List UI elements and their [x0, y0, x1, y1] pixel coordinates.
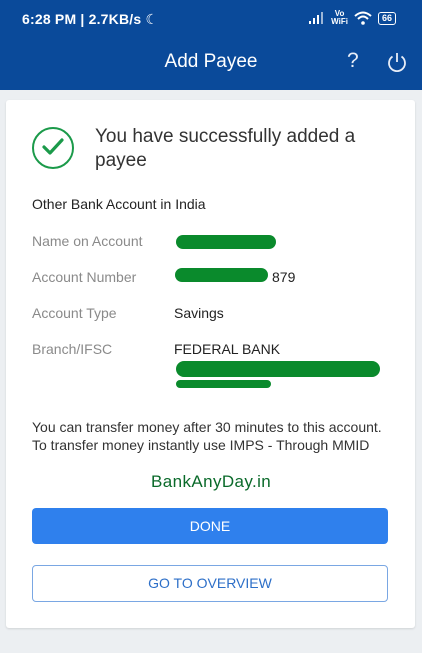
status-bar: 6:28 PM | 2.7KB/s ☾ Vo WiFi 66 [0, 0, 422, 40]
redacted-branch-address [176, 361, 380, 377]
vowifi-icon: Vo WiFi [331, 10, 348, 26]
redacted-name [176, 235, 276, 249]
help-icon[interactable]: ? [347, 49, 359, 73]
done-button[interactable]: DONE [32, 508, 388, 544]
app-bar: Add Payee ? [0, 40, 422, 90]
branch-label: Branch/IFSC [32, 341, 113, 357]
section-title: Other Bank Account in India [32, 196, 206, 212]
redacted-account-number [175, 268, 268, 282]
vowifi-line2: WiFi [331, 17, 348, 26]
status-icons: Vo WiFi 66 [309, 10, 396, 26]
confirmation-card: You have successfully added a payee Othe… [6, 100, 415, 628]
account-type-value: Savings [174, 305, 224, 321]
branch-value: FEDERAL BANK [174, 341, 281, 357]
account-number-label: Account Number [32, 269, 137, 285]
success-message: You have successfully added a payee [95, 126, 356, 171]
signal-icon [309, 12, 324, 24]
account-number-suffix: 879 [272, 269, 296, 285]
go-to-overview-button[interactable]: GO TO OVERVIEW [32, 565, 388, 602]
redacted-ifsc [176, 380, 271, 388]
transfer-note: You can transfer money after 30 minutes … [32, 419, 382, 453]
do-not-disturb-icon: ☾ [145, 11, 159, 27]
status-time-text: 6:28 PM | 2.7KB/s [22, 11, 142, 27]
power-icon[interactable] [386, 51, 408, 73]
wifi-icon [354, 11, 372, 25]
success-check-icon [32, 127, 74, 169]
watermark: BankAnyDay.in [151, 472, 272, 491]
account-type-label: Account Type [32, 305, 117, 321]
name-label: Name on Account [32, 233, 143, 249]
status-time-speed: 6:28 PM | 2.7KB/s ☾ [22, 11, 158, 28]
battery-icon: 66 [377, 11, 396, 25]
page-title: Add Payee [164, 51, 258, 72]
